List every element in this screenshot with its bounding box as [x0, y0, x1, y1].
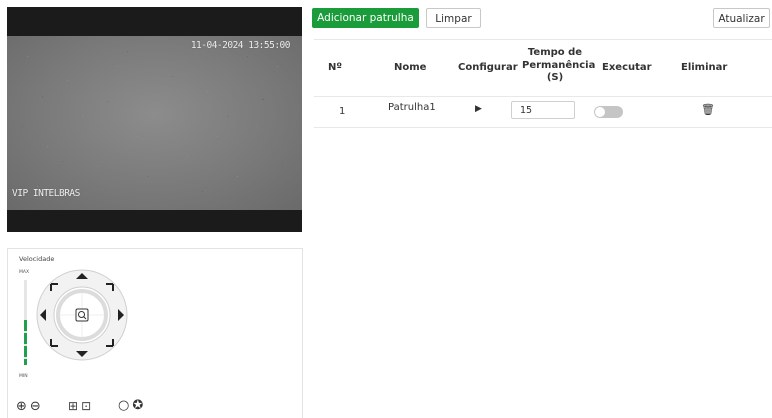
video-noise	[22, 51, 283, 192]
focus-controls: ⊞ ⊡	[68, 399, 94, 413]
speed-max-label: MAX	[19, 270, 30, 275]
iris-controls: ○ ✪	[118, 398, 146, 413]
header-dwell-time: Tempo de Permanência (S)	[522, 47, 596, 85]
execute-toggle[interactable]	[594, 106, 623, 118]
header-dwell-line2: Permanência	[522, 59, 596, 71]
focus-near-icon[interactable]: ⊞	[68, 399, 78, 413]
header-name: Nome	[394, 62, 427, 73]
zoom-controls: ⊕ ⊖	[16, 399, 44, 414]
row-number: 1	[339, 106, 346, 117]
iris-close-icon[interactable]: ✪	[132, 398, 143, 413]
header-execute: Executar	[602, 62, 652, 73]
clear-button[interactable]: Limpar	[426, 8, 481, 28]
delete-trash-icon[interactable]: 🗑	[701, 103, 715, 116]
patrol-table: Nº Nome Configurar Tempo de Permanência …	[314, 39, 772, 128]
video-preview: 11-04-2024 13:55:00 VIP INTELBRAS	[7, 7, 302, 232]
row-name: Patrulha1	[388, 102, 436, 113]
ptz-joystick[interactable]	[36, 269, 128, 361]
toggle-knob	[595, 107, 605, 117]
refresh-button[interactable]: Atualizar	[713, 8, 770, 28]
configure-play-icon[interactable]: ▶	[475, 104, 482, 114]
zoom-in-icon[interactable]: ⊕	[16, 399, 27, 414]
iris-open-icon[interactable]: ○	[118, 398, 129, 413]
add-patrol-button[interactable]: Adicionar patrulha	[312, 8, 419, 28]
ptz-panel: Velocidade MAX MIN ⊕ ⊖ ⊞ ⊡ ○ ✪	[7, 248, 303, 418]
header-dwell-line3: (S)	[546, 72, 564, 83]
header-configure: Configurar	[458, 62, 518, 73]
dwell-time-input[interactable]: 15	[511, 101, 575, 119]
speed-level-segment	[24, 320, 27, 331]
zoom-out-icon[interactable]: ⊖	[30, 399, 41, 414]
ptz-3d-position-icon[interactable]	[75, 308, 89, 322]
speed-level-segment	[24, 346, 27, 357]
table-header: Nº Nome Configurar Tempo de Permanência …	[314, 39, 772, 97]
speed-level-segment	[24, 333, 27, 344]
focus-far-icon[interactable]: ⊡	[81, 399, 91, 413]
speed-level-segment	[24, 359, 27, 365]
video-timestamp: 11-04-2024 13:55:00	[190, 40, 291, 51]
header-dwell-line1: Tempo de	[527, 47, 583, 58]
speed-min-label: MIN	[19, 374, 28, 379]
header-delete: Eliminar	[681, 62, 728, 73]
video-frame: 11-04-2024 13:55:00 VIP INTELBRAS	[7, 36, 302, 210]
speed-slider[interactable]	[24, 280, 27, 365]
header-number: Nº	[328, 62, 343, 73]
table-row: 1 Patrulha1 ▶ 15 🗑	[314, 97, 772, 128]
speed-label: Velocidade	[19, 255, 55, 263]
camera-name-overlay: VIP INTELBRAS	[12, 188, 80, 199]
